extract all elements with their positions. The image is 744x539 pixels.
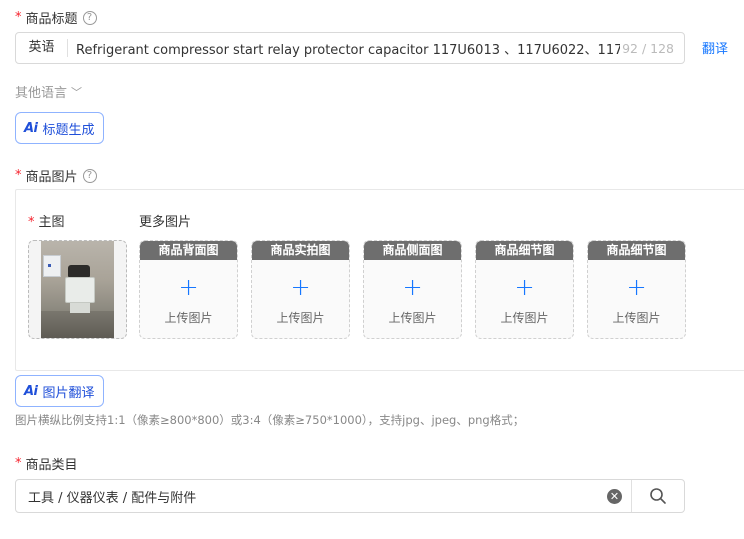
upload-slot-detail-2[interactable]: 商品细节图 + 上传图片: [587, 240, 686, 339]
image-label: 商品图片: [25, 170, 78, 185]
other-languages-label: 其他语言: [15, 86, 68, 101]
upload-text: 上传图片: [164, 311, 213, 325]
upload-text: 上传图片: [276, 311, 325, 325]
category-label: 商品类目: [25, 458, 78, 473]
plus-icon: +: [626, 273, 647, 301]
plus-icon: +: [514, 273, 535, 301]
ai-title-generate-button[interactable]: Ai 标题生成: [15, 112, 104, 144]
plus-icon: +: [290, 273, 311, 301]
required-mark: *: [28, 215, 35, 230]
slot-tag: 商品侧面图: [364, 241, 461, 260]
title-input-field[interactable]: 英语 Refrigerant compressor start relay pr…: [15, 32, 685, 64]
question-circle-icon[interactable]: ?: [82, 10, 97, 25]
upload-slot-detail-1[interactable]: 商品细节图 + 上传图片: [475, 240, 574, 339]
language-prefix[interactable]: 英语: [16, 39, 68, 57]
search-icon[interactable]: [631, 480, 684, 512]
product-photo: [41, 241, 114, 338]
clear-circle-icon[interactable]: ✕: [607, 488, 622, 504]
required-mark: *: [15, 10, 22, 25]
chevron-down-icon: ﹀: [71, 85, 83, 99]
title-label: 商品标题: [25, 12, 78, 27]
question-circle-icon[interactable]: ?: [82, 168, 97, 183]
plus-icon: +: [402, 273, 423, 301]
upload-text: 上传图片: [388, 311, 437, 325]
title-char-counter: 92 / 128: [622, 40, 674, 56]
upload-slot-real[interactable]: 商品实拍图 + 上传图片: [251, 240, 350, 339]
image-format-hint: 图片横纵比例支持1:1（像素≥800*800）或3:4（像素≥750*1000）…: [15, 413, 525, 427]
slot-tag: 商品背面图: [140, 241, 237, 260]
upload-text: 上传图片: [500, 311, 549, 325]
title-section-label: * 商品标题 ?: [15, 8, 97, 27]
plus-icon: +: [178, 273, 199, 301]
ai-icon: Ai: [24, 120, 38, 136]
category-select[interactable]: 工具 / 仪器仪表 / 配件与附件 ✕: [15, 479, 685, 513]
category-section-label: * 商品类目: [15, 454, 78, 473]
upload-slot-back[interactable]: 商品背面图 + 上传图片: [139, 240, 238, 339]
main-image-text: 主图: [38, 215, 65, 230]
upload-slot-side[interactable]: 商品侧面图 + 上传图片: [363, 240, 462, 339]
more-images-label: 更多图片: [139, 215, 192, 230]
main-image-label: * 主图: [28, 211, 65, 230]
translate-link[interactable]: 翻译: [702, 38, 728, 57]
ai-title-generate-label: 标题生成: [42, 122, 95, 138]
required-mark: *: [15, 168, 22, 183]
required-mark: *: [15, 456, 22, 471]
ai-image-translate-label: 图片翻译: [42, 385, 95, 401]
slot-tag: 商品实拍图: [252, 241, 349, 260]
main-image-thumbnail[interactable]: [28, 240, 127, 339]
ai-icon: Ai: [24, 383, 38, 399]
slot-tag: 商品细节图: [588, 241, 685, 260]
slot-tag: 商品细节图: [476, 241, 573, 260]
image-section-label: * 商品图片 ?: [15, 166, 97, 185]
category-value[interactable]: 工具 / 仪器仪表 / 配件与附件: [16, 487, 607, 506]
other-languages-toggle[interactable]: 其他语言 ﹀: [15, 82, 83, 102]
ai-image-translate-button[interactable]: Ai 图片翻译: [15, 375, 104, 407]
title-input-value[interactable]: Refrigerant compressor start relay prote…: [68, 39, 620, 58]
upload-text: 上传图片: [612, 311, 661, 325]
